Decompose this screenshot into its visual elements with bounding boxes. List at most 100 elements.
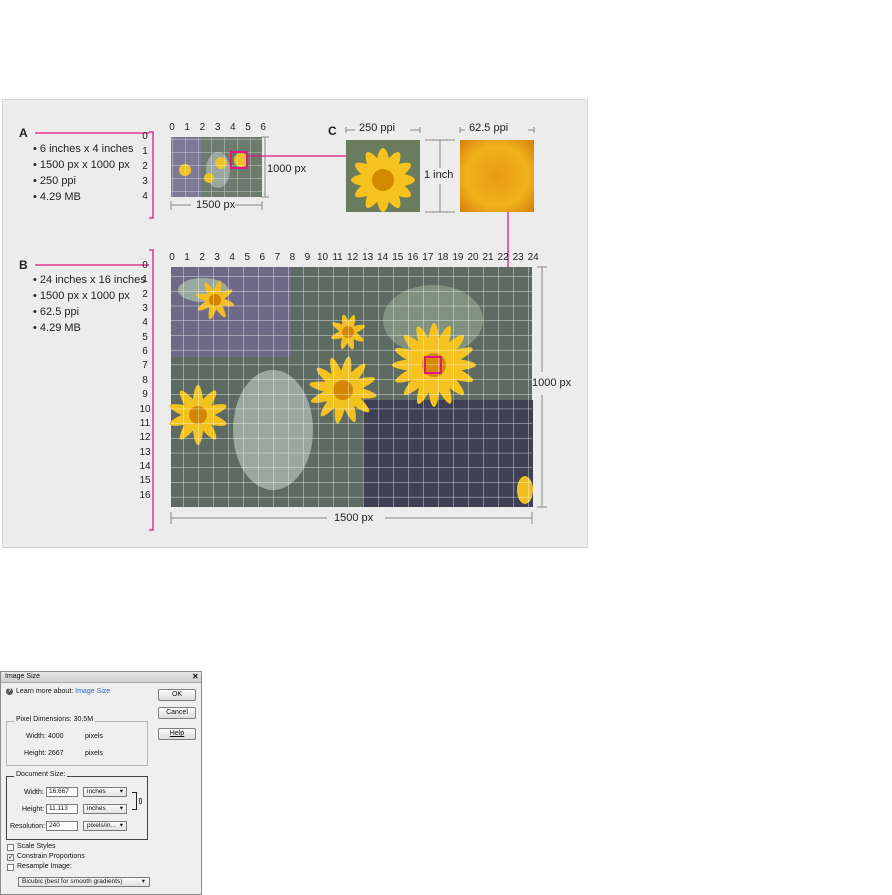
b-height-label: 1000 px — [532, 377, 572, 389]
doc-width-unit-select[interactable]: inches ▾ — [83, 787, 127, 797]
document-size-legend: Document Size: — [14, 771, 68, 778]
doc-resolution-unit: pixels/in... — [87, 822, 116, 829]
b-width-label: 1500 px — [334, 512, 374, 524]
help-button[interactable]: Help — [158, 728, 196, 740]
ruler-b-left-tick-13: 13 — [139, 446, 151, 458]
ruler-b-left-tick-16: 16 — [139, 489, 151, 501]
ruler-b-top-tick-5: 5 — [244, 252, 251, 263]
dialog-titlebar[interactable]: Image Size ✕ — [1, 672, 201, 683]
chevron-down-icon: ▾ — [119, 822, 123, 829]
ruler-b-top-tick-19: 19 — [452, 252, 464, 263]
learn-more-link[interactable]: Image Size — [75, 688, 110, 695]
ruler-b-top-tick-14: 14 — [377, 252, 389, 263]
ruler-b-top-tick-1: 1 — [184, 252, 190, 263]
ruler-a-top-tick-1: 1 — [184, 122, 190, 133]
ruler-b-top-tick-16: 16 — [407, 252, 419, 263]
pixel-height-label: Height: — [24, 750, 47, 757]
image-size-dialog: Image Size ✕ ? Learn more about: Image S… — [0, 671, 202, 895]
close-icon[interactable]: ✕ — [192, 672, 199, 681]
ruler-b-top-tick-12: 12 — [347, 252, 359, 263]
chevron-down-icon: ▾ — [119, 788, 123, 795]
image-size-figure: A • 6 inches x 4 inches • 1500 px x 1000… — [2, 99, 588, 548]
ruler-a-left-tick-2: 2 — [142, 161, 148, 172]
resample-image-checkbox[interactable] — [7, 864, 14, 871]
spec-a-pixels: • 1500 px x 1000 px — [33, 159, 130, 171]
spec-a-size: • 6 inches x 4 inches — [33, 143, 134, 155]
constrain-bracket — [132, 792, 137, 810]
chain-link-icon — [139, 798, 142, 804]
pixel-width-value: 4000 — [48, 733, 64, 740]
doc-height-input[interactable]: 11.113 — [46, 804, 78, 814]
ruler-b-top-tick-13: 13 — [362, 252, 374, 263]
ruler-a-top-tick-3: 3 — [214, 122, 221, 133]
c-inch-label: 1 inch — [424, 169, 454, 181]
ruler-b-left-tick-8: 8 — [142, 374, 148, 386]
ruler-b-top-tick-3: 3 — [214, 252, 220, 263]
ruler-b-top-tick-21: 21 — [482, 252, 494, 263]
c-62ppi-label: 62.5 ppi — [469, 122, 509, 134]
chevron-down-icon: ▾ — [119, 805, 123, 812]
ruler-b-top-tick-11: 11 — [332, 252, 343, 263]
ruler-b-top-tick-17: 17 — [422, 252, 434, 263]
ruler-b-top-tick-6: 6 — [259, 252, 266, 263]
ruler-b-top-tick-0: 0 — [169, 252, 175, 263]
ruler-a-left-tick-4: 4 — [142, 191, 148, 202]
pixel-width-unit: pixels — [85, 733, 103, 740]
resample-image-label: Resample Image: — [17, 863, 72, 870]
ruler-b-top-tick-15: 15 — [392, 252, 404, 263]
ruler-b-top-tick-7: 7 — [274, 252, 281, 263]
help-circle-icon: ? — [6, 688, 13, 695]
doc-resolution-label: Resolution: — [10, 823, 46, 830]
resample-method-select[interactable]: Bicubic (best for smooth gradients) ▾ — [18, 877, 150, 887]
a-width-label: 1500 px — [196, 199, 236, 211]
spec-b-pixels: • 1500 px x 1000 px — [33, 290, 130, 302]
ruler-b-left-tick-14: 14 — [139, 460, 151, 472]
ruler-b-top-tick-10: 10 — [316, 252, 329, 263]
ruler-b-left-tick-9: 9 — [142, 389, 148, 401]
ruler-b-left-tick-5: 5 — [142, 331, 148, 343]
pixel-dimensions-legend: Pixel Dimensions: 30.5M — [14, 716, 96, 723]
ruler-b-top-tick-9: 9 — [304, 252, 311, 263]
ruler-b-left-tick-11: 11 — [139, 417, 151, 429]
doc-height-unit: inches — [87, 805, 106, 812]
ruler-b-top-tick-20: 20 — [467, 252, 479, 263]
ruler-a-left-tick-0: 0 — [142, 131, 148, 142]
pixel-width-label: Width: — [26, 733, 46, 740]
doc-height-label: Height: — [22, 806, 45, 813]
pixel-height-value: 2667 — [48, 750, 64, 757]
spec-b-filesize: • 4.29 MB — [33, 322, 81, 334]
scale-styles-label: Scale Styles — [17, 843, 56, 850]
small-image-a — [171, 137, 262, 197]
chevron-down-icon: ▾ — [141, 878, 145, 885]
ruler-a-top-tick-0: 0 — [169, 122, 175, 133]
section-a-specs: • 6 inches x 4 inches • 1500 px x 1000 p… — [33, 141, 133, 205]
ok-button[interactable]: OK — [158, 689, 196, 701]
constrain-proportions-label: Constrain Proportions — [17, 853, 85, 860]
cancel-button[interactable]: Cancel — [158, 707, 196, 719]
doc-resolution-unit-select[interactable]: pixels/in... ▾ — [83, 821, 127, 831]
c-250ppi-label: 250 ppi — [359, 122, 396, 134]
learn-more: Learn more about: Image Size — [16, 688, 110, 695]
pixel-dimensions-group — [6, 721, 148, 766]
ruler-b-top-tick-24: 24 — [527, 252, 539, 263]
doc-resolution-input[interactable]: 240 — [46, 821, 78, 831]
doc-width-label: Width: — [24, 789, 44, 796]
section-b-specs: • 24 inches x 16 inches • 1500 px x 1000… — [33, 272, 146, 336]
spec-a-resolution: • 250 ppi — [33, 175, 76, 187]
ruler-b-top-tick-23: 23 — [512, 252, 524, 263]
ruler-b-left-tick-2: 2 — [142, 288, 148, 300]
ruler-b-top-tick-2: 2 — [199, 252, 205, 263]
ruler-b-top-tick-8: 8 — [289, 252, 296, 263]
ruler-b-left-tick-10: 10 — [139, 403, 151, 415]
doc-height-unit-select[interactable]: inches ▾ — [83, 804, 127, 814]
ruler-b-left-tick-1: 1 — [142, 274, 148, 286]
constrain-proportions-checkbox[interactable]: ✓ — [7, 854, 14, 861]
doc-width-input[interactable]: 16.667 — [46, 787, 78, 797]
ruler-b-left-tick-7: 7 — [142, 360, 148, 372]
label-b: B — [19, 258, 28, 272]
ruler-a-left-tick-1: 1 — [142, 146, 148, 157]
learn-more-prefix: Learn more about: — [16, 688, 74, 695]
spec-a-filesize: • 4.29 MB — [33, 191, 81, 203]
ruler-a-top-tick-6: 6 — [260, 122, 266, 133]
scale-styles-checkbox[interactable] — [7, 844, 14, 851]
